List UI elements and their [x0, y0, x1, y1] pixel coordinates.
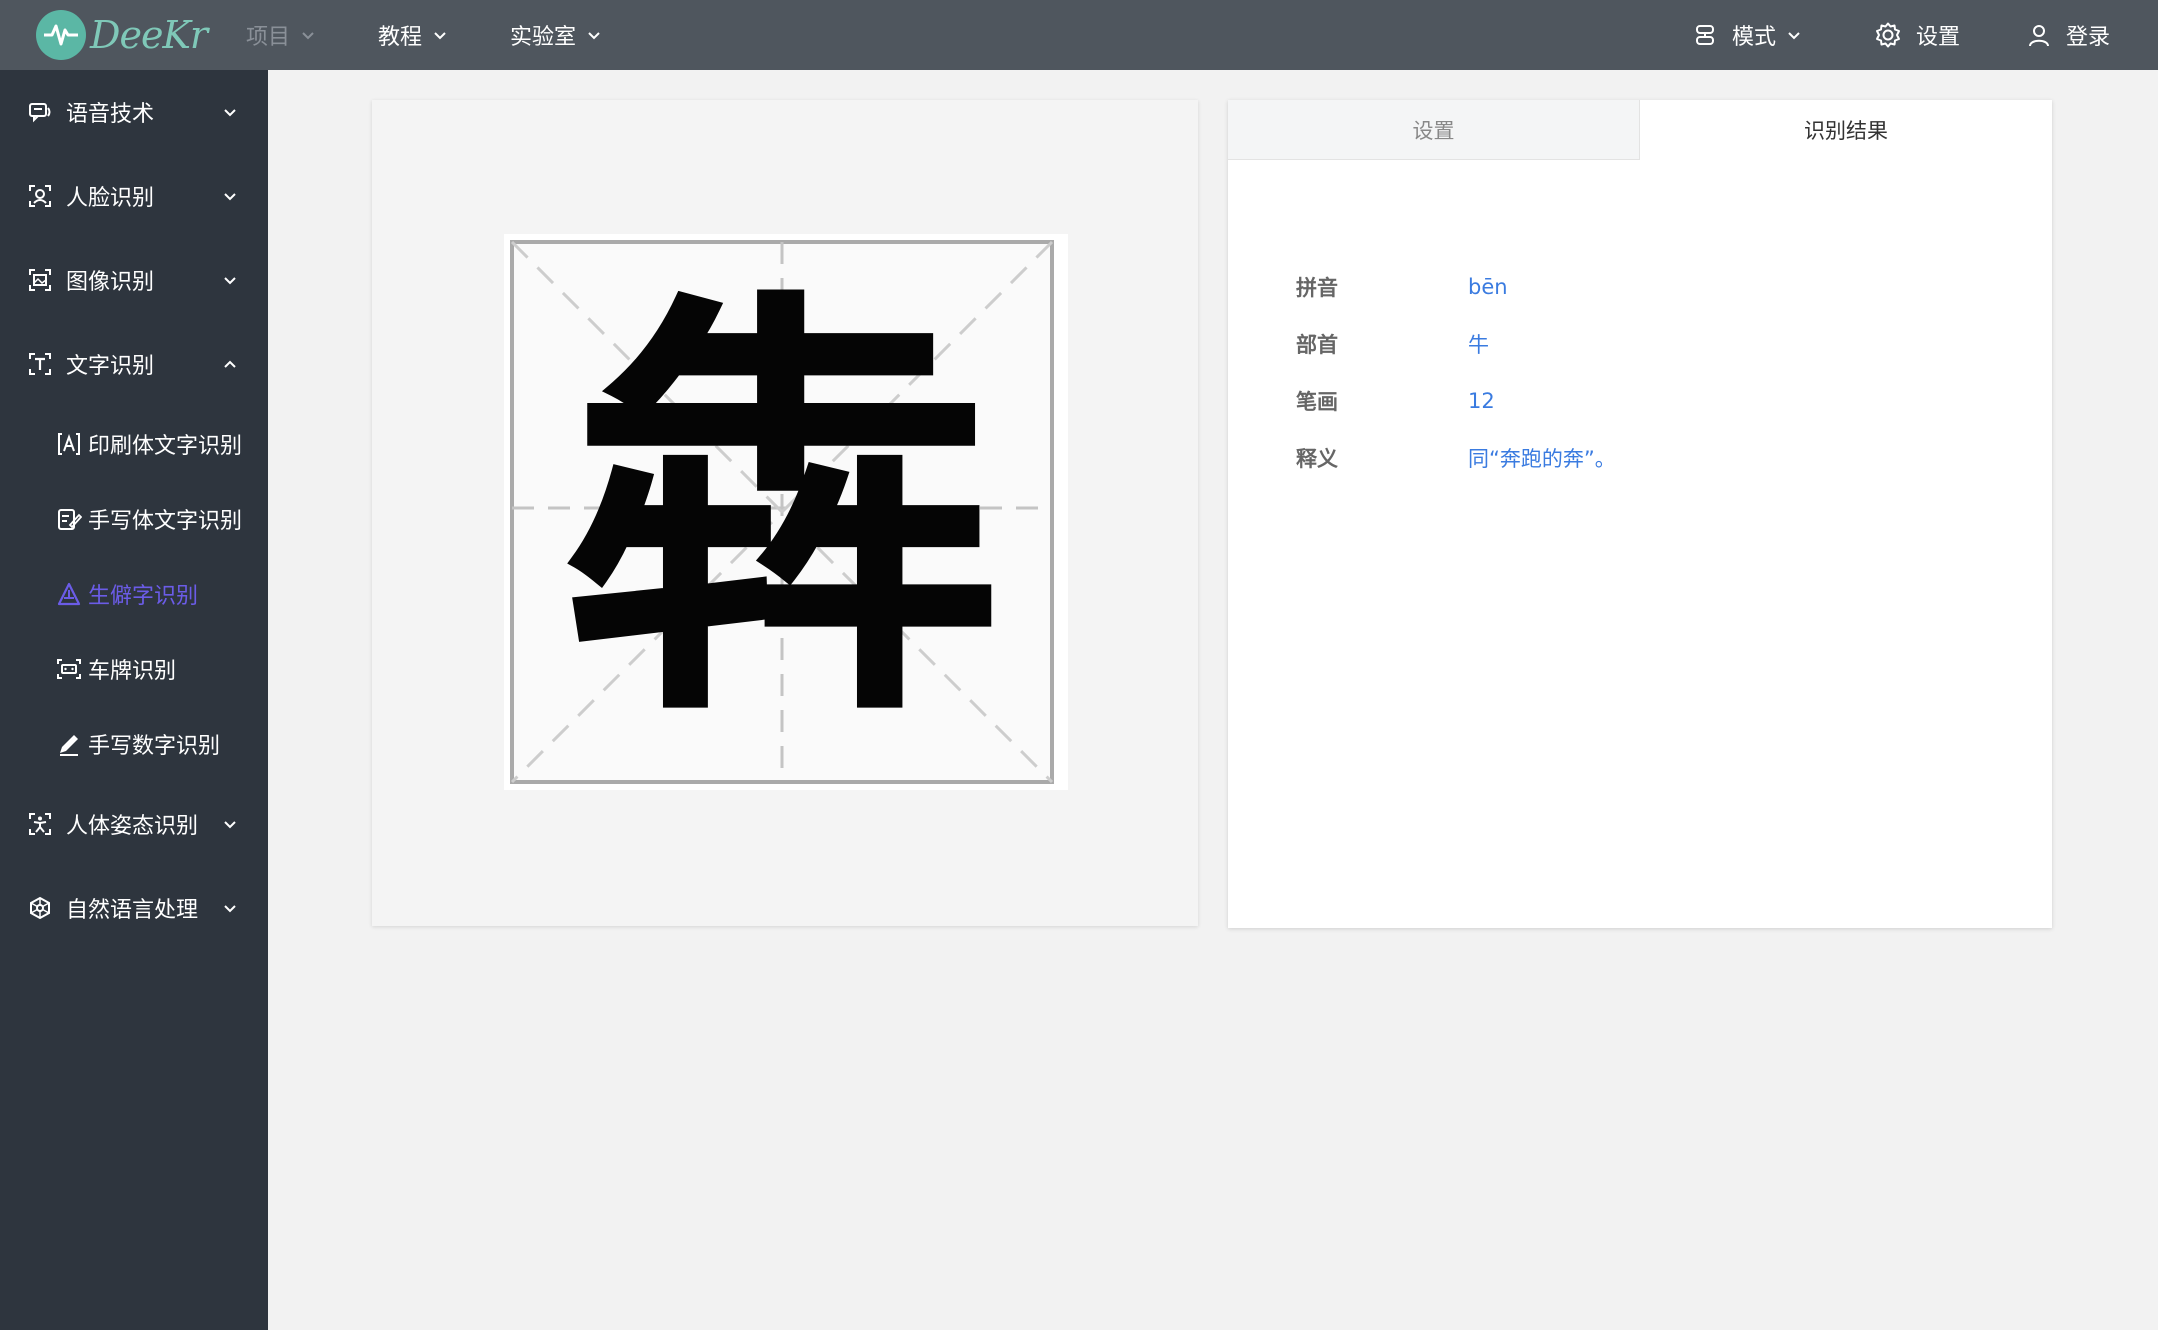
chevron-down-icon: [224, 821, 236, 829]
mode-label: 模式: [1732, 25, 1777, 50]
pen-icon: [60, 734, 78, 756]
speech-icon: [29, 103, 51, 123]
sidebar-item-nlp[interactable]: 自然语言处理: [0, 866, 268, 950]
nav-projects-label: 项目: [246, 25, 291, 50]
result-panel: 设置 识别结果 拼音 bēn 部首 牛 笔画 12 释义 同“奔跑的奔”。: [1228, 100, 2052, 928]
logo-mark-icon: [36, 10, 86, 60]
sidebar-subitem-handwritten-digits[interactable]: 手写数字识别: [0, 706, 268, 781]
chevron-down-icon: [224, 277, 236, 285]
settings-label: 设置: [1916, 25, 1961, 50]
logo-text: DeeKr: [90, 13, 208, 57]
logo[interactable]: DeeKr: [36, 6, 216, 64]
image-icon: [29, 269, 51, 291]
nav-lab-label: 实验室: [510, 25, 577, 50]
result-value: 12: [1468, 389, 1495, 413]
result-row-radical: 部首 牛: [1296, 324, 1489, 364]
sidebar-subitem-label: 车牌识别: [88, 658, 177, 684]
mode-menu[interactable]: 模式: [1692, 0, 1816, 70]
result-tabs: 设置 识别结果: [1228, 100, 2052, 160]
sidebar-item-label: 人体姿态识别: [66, 814, 199, 839]
chevron-up-icon: [224, 360, 236, 368]
top-navbar: DeeKr 项目 教程 实验室 模式 设置 登录: [0, 0, 2158, 70]
result-value: 同“奔跑的奔”。: [1468, 447, 1616, 471]
nav-tutorials[interactable]: 教程: [378, 0, 448, 70]
pose-icon: [29, 813, 51, 835]
tab-recognition-result[interactable]: 识别结果: [1640, 100, 2052, 160]
face-icon: [29, 185, 51, 207]
result-label: 释义: [1296, 447, 1338, 471]
result-label: 笔画: [1296, 390, 1338, 414]
recognized-character: 犇: [562, 253, 1002, 770]
chevron-down-icon: [588, 32, 600, 40]
chevron-down-icon: [224, 905, 236, 913]
sidebar-item-image[interactable]: 图像识别: [0, 238, 268, 322]
sidebar-item-speech[interactable]: 语音技术: [0, 70, 268, 154]
sidebar-subitem-label: 生僻字识别: [88, 583, 199, 609]
nlp-icon: [30, 896, 50, 920]
gear-icon: [1876, 22, 1900, 48]
sidebar: 语音技术 人脸识别 图像识别 文字识别 印刷体文字识别 手写体文字识别 生僻字识…: [0, 70, 268, 1330]
sidebar-item-label: 图像识别: [66, 270, 155, 295]
result-row-definition: 释义 同“奔跑的奔”。: [1296, 438, 1616, 478]
print-text-icon: [58, 432, 80, 455]
nav-tutorials-label: 教程: [378, 25, 423, 50]
nav-projects[interactable]: 项目: [246, 0, 316, 70]
image-panel: 犇: [372, 100, 1198, 926]
settings-button[interactable]: 设置: [1874, 0, 1960, 70]
chevron-down-icon: [224, 193, 236, 201]
handwriting-icon: [58, 508, 82, 530]
sidebar-item-label: 自然语言处理: [66, 898, 199, 923]
result-label: 部首: [1296, 333, 1338, 357]
text-icon: [29, 353, 51, 375]
chevron-down-icon: [434, 32, 446, 40]
result-label: 拼音: [1296, 276, 1338, 300]
nav-lab[interactable]: 实验室: [510, 0, 602, 70]
result-value: bēn: [1468, 275, 1508, 299]
sidebar-subitem-print-text[interactable]: 印刷体文字识别: [0, 406, 268, 481]
result-row-pinyin: 拼音 bēn: [1296, 267, 1508, 307]
sidebar-subitem-label: 手写体文字识别: [88, 508, 243, 534]
user-icon: [2029, 25, 2049, 47]
sidebar-item-pose[interactable]: 人体姿态识别: [0, 782, 268, 866]
sidebar-item-text[interactable]: 文字识别: [0, 322, 268, 406]
sidebar-subitem-rare-char[interactable]: 生僻字识别: [0, 556, 268, 631]
login-label: 登录: [2066, 25, 2111, 50]
sidebar-subitem-license-plate[interactable]: 车牌识别: [0, 631, 268, 706]
result-row-strokes: 笔画 12: [1296, 381, 1495, 421]
result-value: 牛: [1468, 333, 1489, 357]
sidebar-item-label: 人脸识别: [66, 186, 155, 211]
sidebar-item-face[interactable]: 人脸识别: [0, 154, 268, 238]
sidebar-subitem-handwriting[interactable]: 手写体文字识别: [0, 481, 268, 556]
login-button[interactable]: 登录: [2026, 0, 2110, 70]
mode-icon: [1696, 25, 1714, 45]
chevron-down-icon: [224, 109, 236, 117]
chevron-down-icon: [302, 32, 314, 40]
chevron-down-icon: [1788, 32, 1800, 40]
sidebar-item-label: 语音技术: [66, 102, 155, 127]
sidebar-subitem-label: 手写数字识别: [88, 733, 221, 759]
character-image: 犇: [504, 234, 1068, 790]
tab-settings[interactable]: 设置: [1228, 100, 1640, 160]
rare-char-icon: [57, 582, 81, 605]
sidebar-item-label: 文字识别: [66, 354, 155, 379]
license-plate-icon: [57, 658, 81, 679]
sidebar-subitem-label: 印刷体文字识别: [88, 433, 243, 459]
